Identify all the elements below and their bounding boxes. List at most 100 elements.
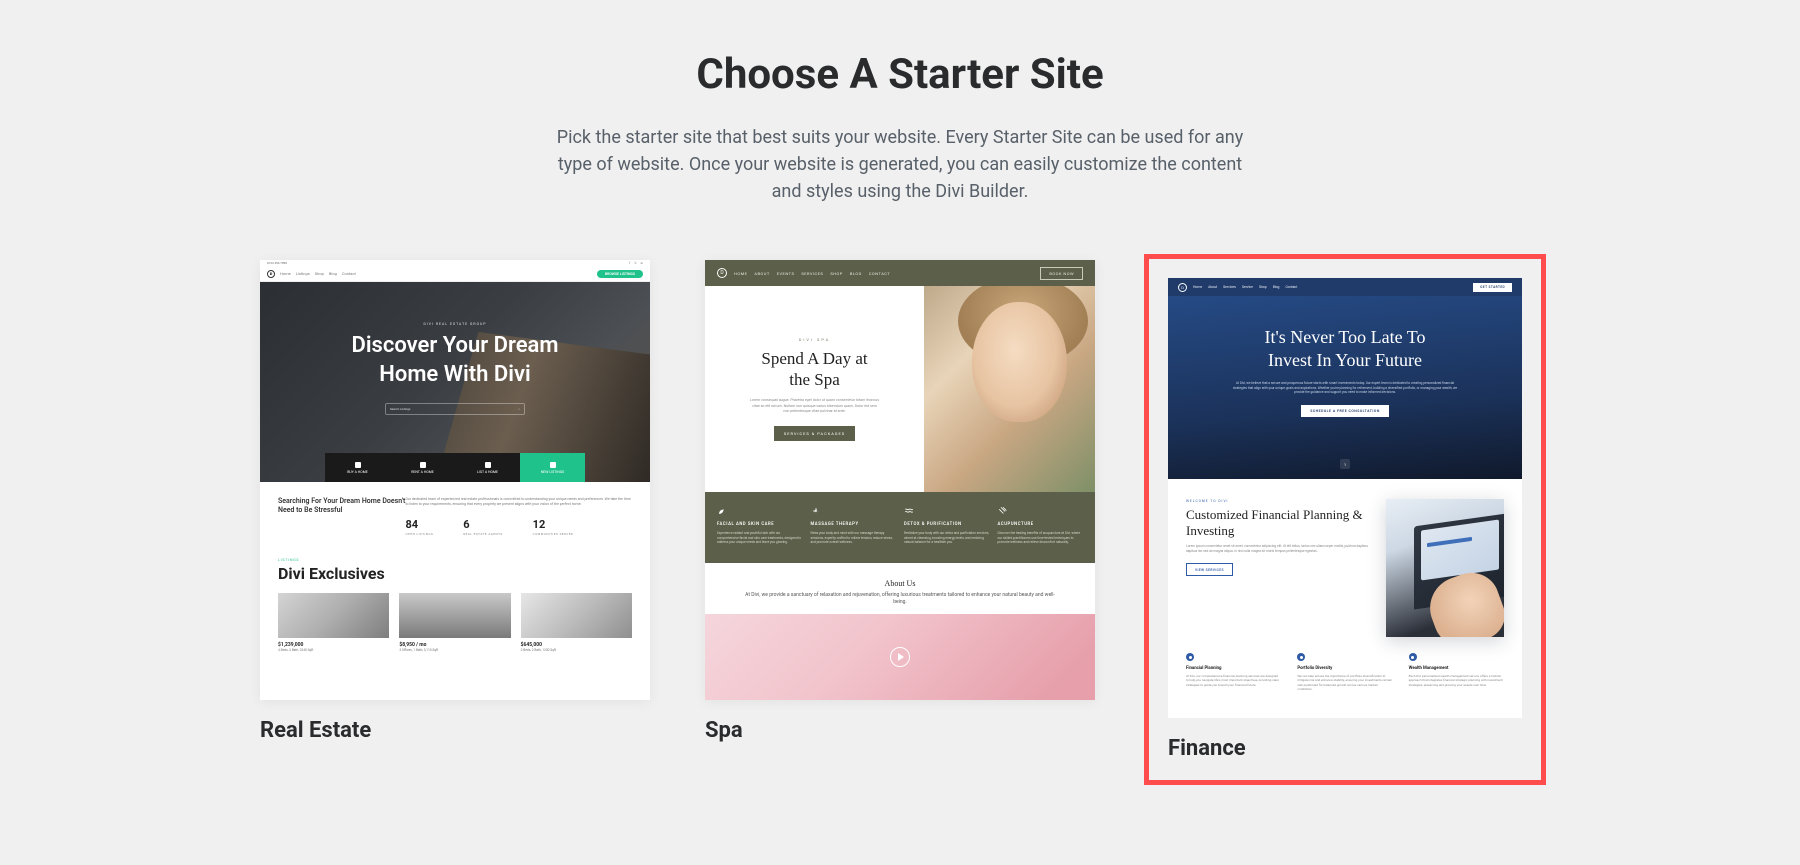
lotus-icon <box>811 506 821 516</box>
tag-icon <box>355 462 361 468</box>
house-icon <box>420 462 426 468</box>
listing-image <box>278 593 389 638</box>
feature-title: DETOX & PURIFICATION <box>904 522 990 527</box>
listing-meta: 4 Beds, 3 Bath, 2340 Sqft <box>278 648 389 652</box>
services-button: SERVICES & PACKAGES <box>774 426 855 441</box>
hero-eyebrow: DIVI REAL ESTATE GROUP <box>424 322 487 326</box>
mid-heading: Searching For Your Dream Home Doesn't Ne… <box>278 497 405 536</box>
linkedin-icon: in <box>641 261 643 265</box>
column-title: Wealth Management <box>1409 666 1504 671</box>
thumbnail-finance: D Home About Services Service Shop Blog … <box>1168 278 1522 718</box>
feature-title: ACUPUNCTURE <box>998 522 1084 527</box>
section-description: Lorem ipsum consectetur amet sit amet, c… <box>1186 544 1368 553</box>
phone-number: 0123 456 7890 <box>267 261 287 265</box>
section-title: Customized Financial Planning & Investin… <box>1186 507 1368 538</box>
stat-label: OPEN LISTINGS <box>405 532 433 536</box>
view-services-button: VIEW SERVICES <box>1186 563 1233 576</box>
stat-label: COMMUNITIES SERVED <box>533 532 574 536</box>
waves-icon <box>904 506 914 516</box>
about-title: About Us <box>745 579 1055 588</box>
search-input: Search Listings ⌕ <box>385 403 525 415</box>
nav-item: Services <box>1223 285 1236 289</box>
hero-description: Lorem consequat augue. Pharetra eget dol… <box>750 398 880 414</box>
laptop-image <box>1386 499 1504 637</box>
hero-title-line-2: Home With Divi <box>352 361 559 390</box>
nav-item: SERVICES <box>801 271 823 276</box>
nav-blog: Blog <box>329 271 337 276</box>
nav-item: SHOP <box>830 271 843 276</box>
page-title: Choose A Starter Site <box>0 50 1800 99</box>
nav-item: Blog <box>1273 285 1280 289</box>
column-title: Portfolio Diversity <box>1297 666 1392 671</box>
column-desc: We can help ensure the importance of por… <box>1297 674 1392 691</box>
feature-title: MASSAGE THERAPY <box>811 522 897 527</box>
hero-description: At Divi, we believe that a secure and pr… <box>1230 381 1460 395</box>
video-section <box>705 614 1095 700</box>
thumbnail-spa: D HOME ABOUT EVENTS SERVICES SHOP BLOG C… <box>705 260 1095 700</box>
nav-item: Contact <box>1285 285 1297 289</box>
feature-desc: Experience radiant and youthful skin wit… <box>717 531 803 545</box>
slide-pager: 1 <box>1340 459 1350 469</box>
starter-card-spa[interactable]: D HOME ABOUT EVENTS SERVICES SHOP BLOG C… <box>705 260 1095 779</box>
nav-item: About <box>1208 285 1217 289</box>
tab-label: NEW LISTINGS <box>541 470 564 474</box>
starter-cards-row: 0123 456 7890 f 𝕏 in D Home Listings Sho… <box>0 260 1800 779</box>
section-title: Divi Exclusives <box>278 564 632 583</box>
starter-card-real-estate[interactable]: 0123 456 7890 f 𝕏 in D Home Listings Sho… <box>260 260 650 779</box>
tab-label: RENT A HOME <box>411 470 434 474</box>
leaf-icon <box>717 506 727 516</box>
facebook-icon: f <box>629 261 630 265</box>
feature-title: FACIAL AND SKIN CARE <box>717 522 803 527</box>
listing-image <box>399 593 510 638</box>
listing-card: $1,239,0004 Beds, 3 Bath, 2340 Sqft <box>278 593 389 652</box>
logo-icon: D <box>1178 283 1187 292</box>
stat-label: REAL ESTATE AGENTS <box>463 532 502 536</box>
tab-rent: RENT A HOME <box>390 453 455 482</box>
bar-chart-icon <box>1409 653 1417 661</box>
nav-item: CONTACT <box>869 271 890 276</box>
hero-eyebrow: DIVI SPA <box>799 337 831 342</box>
column-title: Financial Planning <box>1186 666 1281 671</box>
hero-title-line-1: Discover Your Dream <box>352 332 559 361</box>
sign-icon <box>485 462 491 468</box>
feature-desc: Relax your body and mind with our massag… <box>811 531 897 545</box>
column-desc: Each Divi personalized wealth management… <box>1409 674 1504 687</box>
page-subtitle: Pick the starter site that best suits yo… <box>555 124 1245 205</box>
hero-title-line-1: Spend A Day at <box>761 348 867 369</box>
starter-card-finance[interactable]: D Home About Services Service Shop Blog … <box>1150 260 1540 779</box>
hero-title-line-2: Invest In Your Future <box>1264 349 1425 372</box>
search-icon: ⌕ <box>518 407 520 411</box>
listing-image <box>521 593 632 638</box>
hero-image <box>924 286 1095 492</box>
tab-new: NEW LISTINGS <box>520 453 585 482</box>
search-placeholder: Search Listings <box>390 407 410 411</box>
feature-desc: Revitalize your body with our detox and … <box>904 531 990 545</box>
nav-item: BLOG <box>850 271 862 276</box>
card-label-real-estate: Real Estate <box>260 718 650 743</box>
tab-label: BUY A HOME <box>347 470 368 474</box>
logo-icon: D <box>717 268 727 278</box>
column-desc: At Divi, our comprehensive financial pla… <box>1186 674 1281 687</box>
thumbnail-real-estate: 0123 456 7890 f 𝕏 in D Home Listings Sho… <box>260 260 650 700</box>
nav-item: ABOUT <box>754 271 769 276</box>
nav-contact: Contact <box>342 271 356 276</box>
listing-meta: 2 Beds, 2 Bath, 1230 Sqft <box>521 648 632 652</box>
hero-title-line-2: the Spa <box>761 369 867 390</box>
play-icon <box>890 647 910 667</box>
nav-item: EVENTS <box>777 271 795 276</box>
listing-meta: 3 Offices, 1 Bath, 3,110 Sqft <box>399 648 510 652</box>
house-icon <box>1186 653 1194 661</box>
nav-item: Shop <box>1259 285 1267 289</box>
card-label-finance: Finance <box>1168 736 1522 761</box>
listing-card: $645,0002 Beds, 2 Bath, 1230 Sqft <box>521 593 632 652</box>
nav-item: Service <box>1242 285 1253 289</box>
nav-listings: Listings <box>296 271 310 276</box>
x-icon: 𝕏 <box>634 261 636 265</box>
nav-item: Home <box>1193 285 1202 289</box>
stat-value: 6 <box>463 517 502 532</box>
mid-description: Our dedicated team of experienced real e… <box>405 497 632 507</box>
needle-icon <box>998 506 1008 516</box>
stat-value: 12 <box>533 517 574 532</box>
star-icon <box>550 462 556 468</box>
listing-card: $8,950 / mo3 Offices, 1 Bath, 3,110 Sqft <box>399 593 510 652</box>
